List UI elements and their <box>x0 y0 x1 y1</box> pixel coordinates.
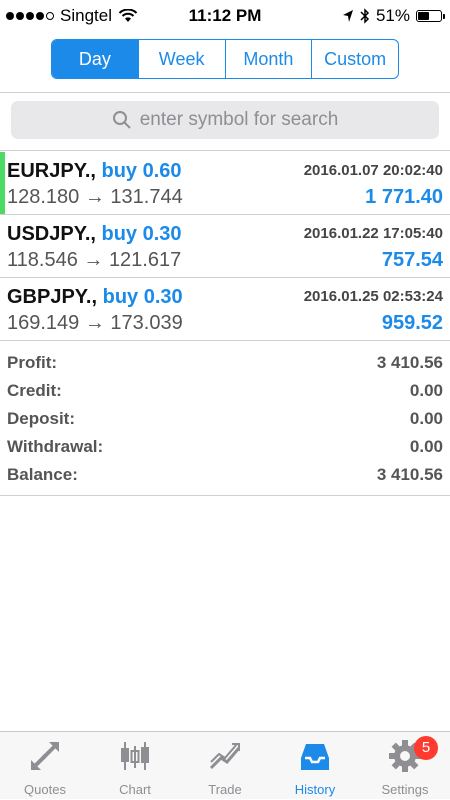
inbox-tray-icon <box>301 744 329 770</box>
trade-prices: 118.546 → 121.617 <box>7 249 182 271</box>
trade-profit: 757.54 <box>381 249 443 271</box>
trade-row[interactable]: EURJPY., buy 0.60 2016.01.07 20:02:40 12… <box>0 152 450 214</box>
bluetooth-icon <box>360 8 370 24</box>
symbol-search-input[interactable]: enter symbol for search <box>11 101 439 139</box>
divider <box>0 150 450 151</box>
trade-symbol: EURJPY., buy 0.60 <box>7 160 182 182</box>
search-placeholder: enter symbol for search <box>139 109 339 130</box>
period-tab-custom[interactable]: Custom <box>311 40 398 78</box>
status-bar: Singtel 11:12 PM 51% <box>0 0 450 32</box>
tab-chart[interactable]: Chart <box>90 732 180 800</box>
search-icon <box>112 111 131 129</box>
settings-badge: 5 <box>414 736 438 760</box>
candlestick-chart-icon <box>121 742 149 770</box>
period-tab-week[interactable]: Week <box>137 40 225 78</box>
location-icon <box>342 10 353 22</box>
trade-chart-icon <box>209 743 241 770</box>
trade-row[interactable]: USDJPY., buy 0.30 2016.01.22 17:05:40 11… <box>0 215 450 277</box>
tab-settings[interactable]: 5 Settings <box>360 732 450 800</box>
trade-datetime: 2016.01.07 20:02:40 <box>303 162 443 179</box>
trade-datetime: 2016.01.22 17:05:40 <box>303 225 443 242</box>
battery-percent: 51% <box>375 6 410 25</box>
trade-side: buy 0.60 <box>101 160 182 182</box>
summary-row-profit: Profit: 3 410.56 <box>7 353 443 372</box>
tab-quotes[interactable]: Quotes <box>0 732 90 800</box>
trade-row[interactable]: GBPJPY., buy 0.30 2016.01.25 02:53:24 16… <box>0 278 450 340</box>
period-segmented-control: Day Week Month Custom <box>51 39 399 79</box>
tab-trade[interactable]: Trade <box>180 732 270 800</box>
bottom-tab-bar: Quotes Chart Trade History 5 Settings <box>0 731 450 799</box>
trade-profit: 959.52 <box>381 312 443 334</box>
divider <box>0 495 450 496</box>
trade-side: buy 0.30 <box>101 223 182 245</box>
account-summary: Profit: 3 410.56 Credit: 0.00 Deposit: 0.00… <box>0 351 450 491</box>
divider <box>0 340 450 341</box>
period-tab-day[interactable]: Day <box>52 40 138 78</box>
quotes-arrows-icon <box>31 742 59 770</box>
period-tab-month[interactable]: Month <box>224 40 312 78</box>
summary-row-balance: Balance: 3 410.56 <box>7 465 443 484</box>
trade-side: buy 0.30 <box>102 286 183 308</box>
selected-indicator <box>0 152 5 214</box>
tab-history[interactable]: History <box>270 732 360 800</box>
trade-prices: 128.180 → 131.744 <box>7 186 183 208</box>
trade-symbol: USDJPY., buy 0.30 <box>7 223 182 245</box>
summary-row-withdrawal: Withdrawal: 0.00 <box>7 437 443 456</box>
trade-profit: 1 771.40 <box>365 186 443 208</box>
battery-icon <box>416 10 445 22</box>
summary-row-deposit: Deposit: 0.00 <box>7 409 443 428</box>
trade-prices: 169.149 → 173.039 <box>7 312 183 334</box>
summary-row-credit: Credit: 0.00 <box>7 381 443 400</box>
divider <box>0 92 450 93</box>
trade-datetime: 2016.01.25 02:53:24 <box>303 288 443 305</box>
trade-symbol: GBPJPY., buy 0.30 <box>7 286 183 308</box>
